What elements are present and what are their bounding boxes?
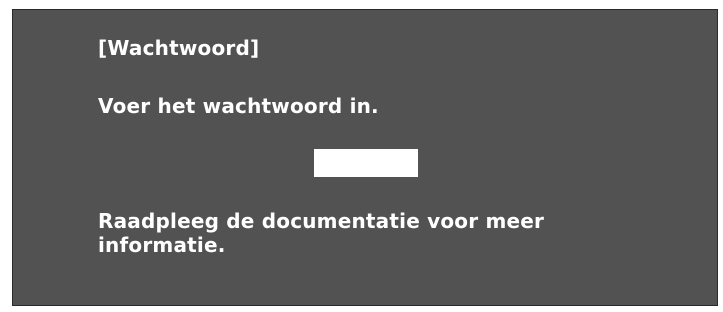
info-text-line-1: Raadpleeg de documentatie voor meer: [98, 209, 545, 233]
password-prompt: Voer het wachtwoord in.: [98, 94, 379, 118]
password-dialog: [Wachtwoord] Voer het wachtwoord in. Raa…: [12, 9, 718, 306]
info-text-line-2: informatie.: [98, 233, 226, 257]
dialog-title: [Wachtwoord]: [98, 36, 260, 60]
password-input[interactable]: [314, 149, 418, 177]
info-text: Raadpleeg de documentatie voor meer info…: [98, 209, 544, 257]
